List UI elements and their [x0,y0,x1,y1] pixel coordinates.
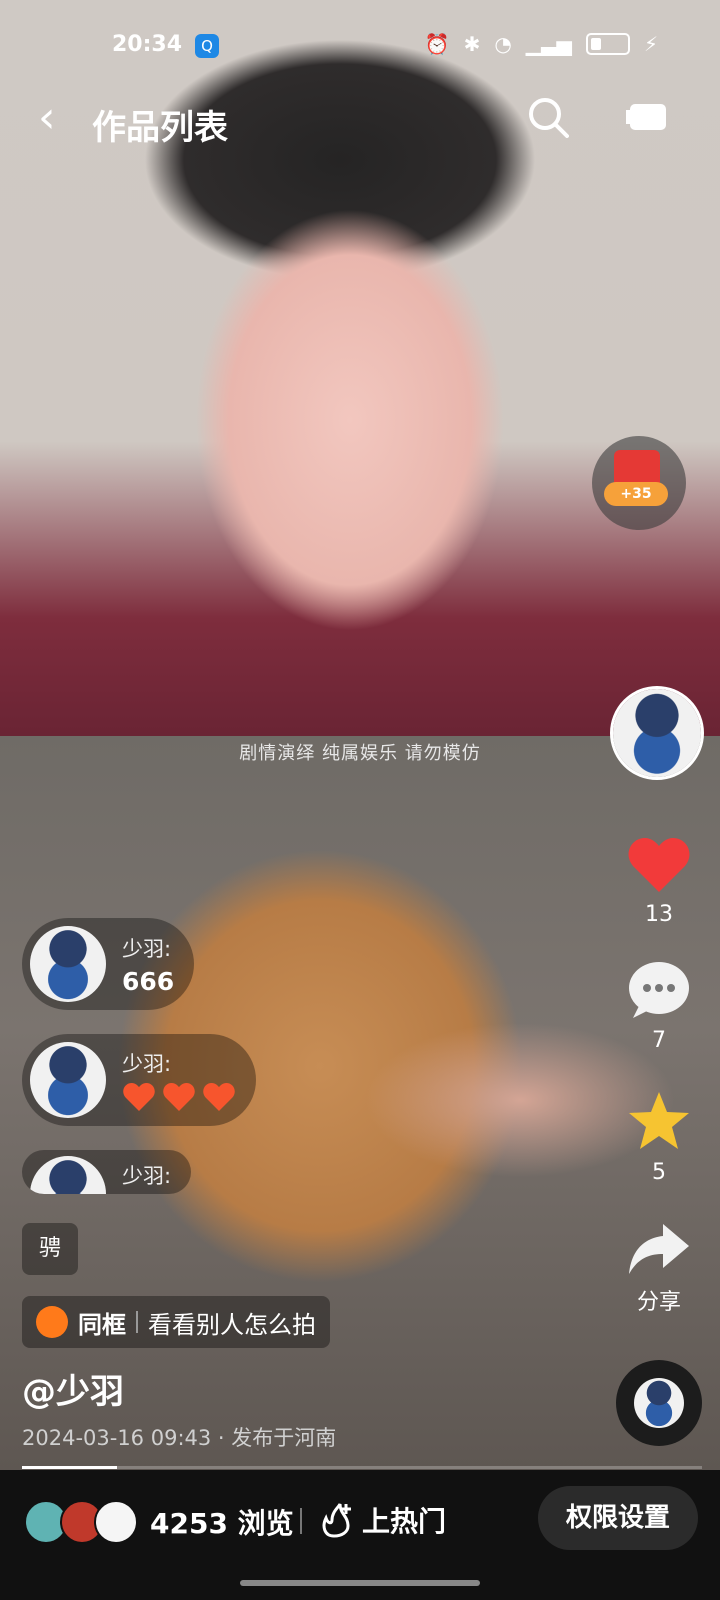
tongkuang-label: 同框 [78,1310,126,1339]
like-count: 13 [645,902,673,927]
wifi-icon: ◔ [494,32,512,56]
like-button[interactable]: 13 [614,836,704,927]
heart-emoji-icon [123,1083,155,1111]
viewer-avatar [94,1500,138,1544]
status-time: 20:34 [112,32,183,57]
divider [136,1311,138,1333]
status-bar: 20:34 Q ⏰ ✱ ◔ ▁▃▅ ⚡ [0,32,720,62]
comment-icon [629,962,689,1018]
tongkuang-icon [36,1306,68,1338]
page-title: 作品列表 [92,108,228,148]
heart-emoji-icon [163,1083,195,1111]
danmu-name: 少羽: [122,936,172,961]
video-progress-bar[interactable] [22,1466,702,1469]
flame-plus-icon [322,1503,351,1538]
permission-settings-button[interactable]: 权限设置 [538,1486,698,1550]
app-notification-icon: Q [195,34,219,58]
promote-button[interactable]: 上热门 [320,1500,446,1540]
comment-button[interactable]: 7 [614,960,704,1053]
bluetooth-icon: ✱ [463,32,481,56]
red-packet-amount: +35 [604,482,668,506]
comment-count: 7 [652,1028,666,1053]
danmu-message: 666 [122,966,175,996]
view-count[interactable]: 4253 浏览 [150,1502,294,1542]
danmu-hearts [122,1082,236,1112]
heart-icon [628,838,690,892]
home-indicator[interactable] [240,1580,480,1586]
share-button[interactable]: 分享 [614,1222,704,1316]
danmu-avatar [30,926,106,1002]
red-packet-widget[interactable]: +35 [592,436,686,530]
tag-chip[interactable]: 骋 [22,1223,78,1275]
charging-icon: ⚡ [643,32,658,56]
top-bar: ‹ 作品列表 [0,96,720,148]
favorite-button[interactable]: 5 [614,1090,704,1185]
danmu-name: 少羽: [122,1164,172,1188]
music-avatar [634,1378,684,1428]
danmu-avatar [30,1042,106,1118]
divider [300,1508,302,1534]
avatar-image [613,689,701,777]
author-avatar[interactable] [610,686,704,780]
alarm-icon: ⏰ [424,32,450,56]
battery-icon [585,33,630,55]
back-button[interactable]: ‹ [38,96,56,140]
star-icon [629,1092,689,1149]
search-icon[interactable] [527,96,569,138]
tongkuang-bar[interactable]: 同框 看看别人怎么拍 [22,1296,330,1348]
danmu-item: 少羽: [22,1034,256,1126]
post-meta: 2024-03-16 09:43 · 发布于河南 [22,1426,337,1450]
camera-icon[interactable] [626,100,670,134]
share-arrow-icon [629,1224,689,1274]
danmu-item: 少羽: [22,1150,192,1194]
status-icons: ⏰ ✱ ◔ ▁▃▅ ⚡ [425,32,658,56]
music-disc[interactable] [616,1360,702,1446]
favorite-count: 5 [652,1160,666,1185]
heart-emoji-icon [203,1083,235,1111]
author-handle[interactable]: @少羽 [22,1364,124,1413]
tongkuang-action: 看看别人怎么拍 [148,1310,316,1339]
promote-label: 上热门 [362,1505,447,1538]
share-label: 分享 [636,1290,681,1315]
video-progress-fill [22,1466,118,1469]
viewer-avatars[interactable] [24,1500,138,1544]
danmu-name: 少羽: [122,1052,172,1076]
signal-icon: ▁▃▅ [525,32,572,56]
danmu-item: 少羽: 666 [22,918,195,1010]
danmu-avatar [30,1156,106,1194]
